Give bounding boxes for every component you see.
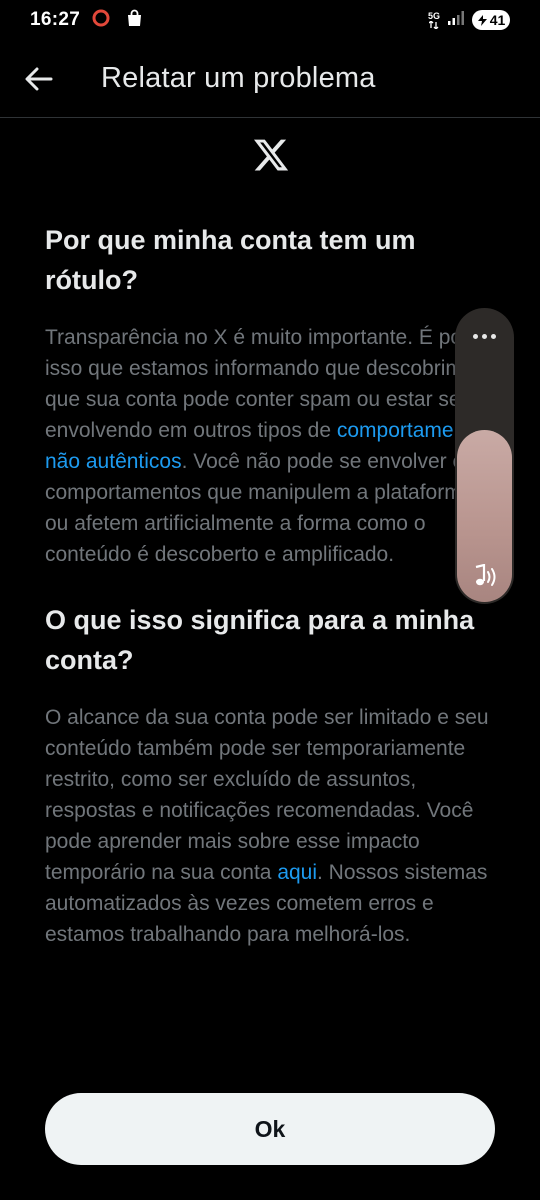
screen: 16:27 5G 41 Relatar um problema Por que … bbox=[0, 0, 540, 1200]
more-dots-icon bbox=[473, 333, 496, 339]
section-heading: O que isso significa para a minha conta? bbox=[45, 605, 475, 675]
shopping-bag-icon bbox=[126, 9, 143, 32]
x-logo-icon bbox=[253, 139, 289, 171]
page-title: Relatar um problema bbox=[101, 62, 376, 94]
back-button[interactable] bbox=[13, 53, 65, 105]
learn-more-link[interactable]: aqui bbox=[277, 861, 317, 884]
status-bar: 16:27 5G 41 bbox=[0, 0, 540, 40]
arrow-left-icon bbox=[25, 67, 53, 90]
battery-icon: 41 bbox=[472, 10, 510, 30]
paragraph-text: O alcance da sua conta pode ser limitado… bbox=[45, 706, 489, 884]
network-label: 5G bbox=[427, 10, 440, 21]
section-paragraph: O alcance da sua conta pode ser limitado… bbox=[45, 702, 496, 950]
volume-panel bbox=[455, 308, 514, 604]
status-right: 5G 41 bbox=[428, 10, 510, 30]
app-bar: Relatar um problema bbox=[0, 40, 540, 118]
status-left-icons bbox=[92, 9, 143, 32]
circle-icon bbox=[92, 9, 110, 32]
section-heading: Por que minha conta tem um rótulo? bbox=[45, 225, 416, 295]
article-content: Por que minha conta tem um rótulo? Trans… bbox=[45, 220, 496, 950]
section-account-impact: O que isso significa para a minha conta?… bbox=[45, 600, 496, 950]
battery-level: 41 bbox=[489, 12, 506, 28]
signal-icon bbox=[448, 10, 464, 30]
volume-slider[interactable] bbox=[457, 430, 512, 602]
section-paragraph: Transparência no X é muito importante. É… bbox=[45, 322, 496, 570]
status-time: 16:27 bbox=[30, 9, 81, 30]
section-label-reason: Por que minha conta tem um rótulo? Trans… bbox=[45, 220, 496, 570]
music-note-icon bbox=[457, 564, 512, 590]
ok-button[interactable]: Ok bbox=[45, 1093, 495, 1165]
volume-more-button[interactable] bbox=[455, 322, 514, 350]
network-indicator: 5G bbox=[427, 10, 440, 29]
